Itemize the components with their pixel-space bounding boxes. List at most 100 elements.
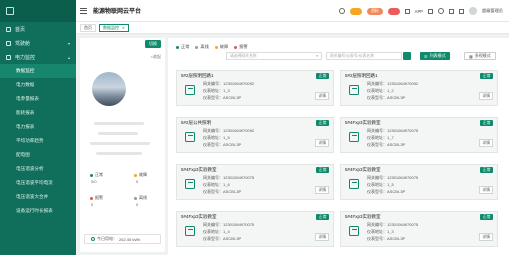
address-line: 仪表地址：1_7: [367, 135, 394, 140]
sidebar-subitem[interactable]: 电压谐波平均电流: [0, 176, 76, 190]
sidebar-subitem[interactable]: 电参量报表: [0, 92, 76, 106]
search-icon[interactable]: [339, 8, 346, 14]
message-icon[interactable]: [449, 8, 455, 14]
detail-button[interactable]: 详情: [479, 139, 493, 147]
sidebar-subitem[interactable]: 能耗报表: [0, 106, 76, 120]
help-icon[interactable]: [438, 8, 445, 14]
address-line: 仪表地址：1_4: [203, 229, 230, 234]
list-mode-label: 列表模式: [429, 53, 446, 58]
detail-button[interactable]: 详情: [315, 92, 329, 100]
site-name-placeholder: [94, 122, 144, 125]
device-card[interactable]: 5#2层照明回路1 正常 网关编号：12301064970092 仪表地址：1_3 仪表…: [176, 70, 334, 106]
stat-normal-value: 0/0: [91, 179, 97, 184]
menu-collapse-icon[interactable]: [80, 7, 87, 14]
multi-view-button[interactable]: ▦ 多视模式: [464, 52, 496, 60]
sidebar: 首页 驾驶舱 ▾ 电力监控 ▴ 数据监控 电力数据 电参量报表 能耗报表电力报表平均功…: [0, 0, 76, 255]
header-pill-1[interactable]: [350, 7, 363, 15]
stat-label: 报警: [95, 195, 103, 200]
device-card[interactable]: 5#4Fxp3实验教室 正常 网关编号：12301064970075 仪表地址：1_6…: [176, 164, 334, 200]
gateway-line: 网关编号：12301064970075: [367, 222, 419, 227]
status-badge: 正常: [480, 167, 493, 173]
chevron-down-icon: ▾: [67, 40, 70, 46]
switch-button[interactable]: 切换: [145, 40, 161, 48]
device-card[interactable]: 5#4Fxp3实验教室 正常 网关编号：12301064970075 仪表地址：1_4…: [176, 211, 334, 247]
close-icon[interactable]: ✕: [122, 26, 125, 30]
address-line: 仪表地址：1_5: [203, 135, 230, 140]
user-name[interactable]: 超级管理员: [482, 8, 503, 14]
header-pill-2[interactable]: 资料: [367, 7, 383, 15]
gateway-line: 网关编号：12301064970092: [203, 81, 255, 86]
sidebar-subitem[interactable]: 数据监控: [0, 64, 76, 78]
site-info-placeholder: [98, 132, 138, 135]
app-title: 能源物联网云平台: [93, 9, 142, 15]
grid-icon: ▦: [469, 53, 473, 59]
sidebar-subitem[interactable]: 电压谐波大合并: [0, 190, 76, 204]
logo-area: [0, 0, 76, 22]
sidebar-subitem[interactable]: 电力数据: [0, 78, 76, 92]
device-title: 5#2层照明回路1: [345, 73, 378, 78]
list-mode-button[interactable]: ☰ 列表模式: [420, 52, 450, 60]
notification-icon[interactable]: [459, 8, 465, 14]
device-title: 5#4Fxp3实验教室: [345, 120, 381, 125]
stat-normal: 正常: [90, 172, 103, 178]
device-title: 5#2层照明回路1: [181, 73, 214, 78]
device-card[interactable]: 5#2层照明回路1 正常 网关编号：12301064970092 仪表地址：1_2 仪表…: [340, 70, 498, 106]
sidebar-item-power-monitor[interactable]: 电力监控 ▴: [0, 50, 76, 64]
app-link[interactable]: APP: [415, 9, 423, 14]
sidebar-subitem[interactable]: 设备运行时长报表: [0, 204, 76, 218]
device-card[interactable]: 5#4Fxp3实验教室 正常 网关编号：12301064970075 仪表地址：1_7…: [340, 117, 498, 153]
header-pill-3[interactable]: [387, 7, 400, 15]
device-card[interactable]: 5#4Fxp3实验教室 正常 网关编号：12301064970075 仪表地址：1_3…: [340, 211, 498, 247]
normal-dot: [90, 173, 93, 177]
stat-fault-value: 0: [136, 179, 139, 184]
detail-button[interactable]: 详情: [315, 186, 329, 194]
detail-button[interactable]: 详情: [315, 139, 329, 147]
detail-button[interactable]: 详情: [479, 233, 493, 241]
sidebar-item-cockpit[interactable]: 驾驶舱 ▾: [0, 36, 76, 50]
status-badge: 正常: [316, 214, 329, 220]
logo-icon: [6, 7, 14, 15]
collapse-link[interactable]: <收起: [151, 54, 161, 60]
address-line: 仪表地址：1_2: [367, 88, 394, 93]
sidebar-subitem-label: 配电图: [16, 152, 30, 157]
device-search-placeholder: 网关编号/仪表号/仪表名称: [330, 53, 374, 58]
device-card[interactable]: 5#4Fxp3实验教室 正常 网关编号：12301064970075 仪表地址：1_5…: [340, 164, 498, 200]
gateway-select[interactable]: 请选择网关名称 ▾: [226, 52, 322, 60]
sidebar-subitem[interactable]: 配电图: [0, 148, 76, 162]
stat-alarm-value: 0: [91, 202, 94, 207]
site-info-placeholder: [96, 152, 142, 155]
screen-icon[interactable]: [404, 8, 410, 14]
meter-icon: [349, 226, 359, 236]
fault-dot: [134, 173, 137, 177]
sidebar-subitem[interactable]: 电力报表: [0, 120, 76, 134]
sidebar-item-home[interactable]: 首页: [0, 22, 76, 36]
detail-button[interactable]: 详情: [479, 92, 493, 100]
address-line: 仪表地址：1_5: [367, 182, 394, 187]
sidebar-subitem-label: 电力报表: [16, 124, 35, 129]
meter-icon: [349, 179, 359, 189]
detail-button[interactable]: 详情: [315, 233, 329, 241]
search-button[interactable]: [403, 52, 411, 60]
sidebar-subitem[interactable]: 平均功率趋势: [0, 134, 76, 148]
tab-home[interactable]: 首页: [80, 23, 96, 32]
detail-button[interactable]: 详情: [479, 186, 493, 194]
site-panel: 切换 <收起 正常 0/0 故障 0 报警 0 离线 0 今日用电： 262.4…: [80, 38, 165, 252]
sidebar-item-label: 首页: [15, 26, 26, 33]
avatar[interactable]: [469, 7, 478, 15]
device-title: 5#4Fxp3实验教室: [345, 167, 381, 172]
gateway-line: 网关编号：12301064970075: [203, 222, 255, 227]
tab-data-monitor[interactable]: 数据监控 ✕: [99, 23, 129, 32]
device-card[interactable]: 5#2层公共照明 正常 网关编号：12301064970092 仪表地址：1_5 仪表型…: [176, 117, 334, 153]
device-title: 5#4Fxp3实验教室: [345, 214, 381, 219]
fullscreen-icon[interactable]: [428, 8, 434, 14]
tab-label: 数据监控: [103, 24, 119, 30]
device-search-input[interactable]: 网关编号/仪表号/仪表名称: [326, 52, 402, 60]
sidebar-subitem[interactable]: 电压谐波分析: [0, 162, 76, 176]
gateway-select-placeholder: 请选择网关名称: [230, 53, 257, 58]
list-icon: ☰: [424, 53, 428, 59]
meter-icon: [185, 132, 195, 142]
meter-icon: [185, 226, 195, 236]
model-line: 仪表型号：ASCBI-3P: [367, 95, 406, 100]
legend-alarm: 报警: [234, 44, 248, 50]
model-line: 仪表型号：ASCBI-3P: [367, 236, 406, 241]
